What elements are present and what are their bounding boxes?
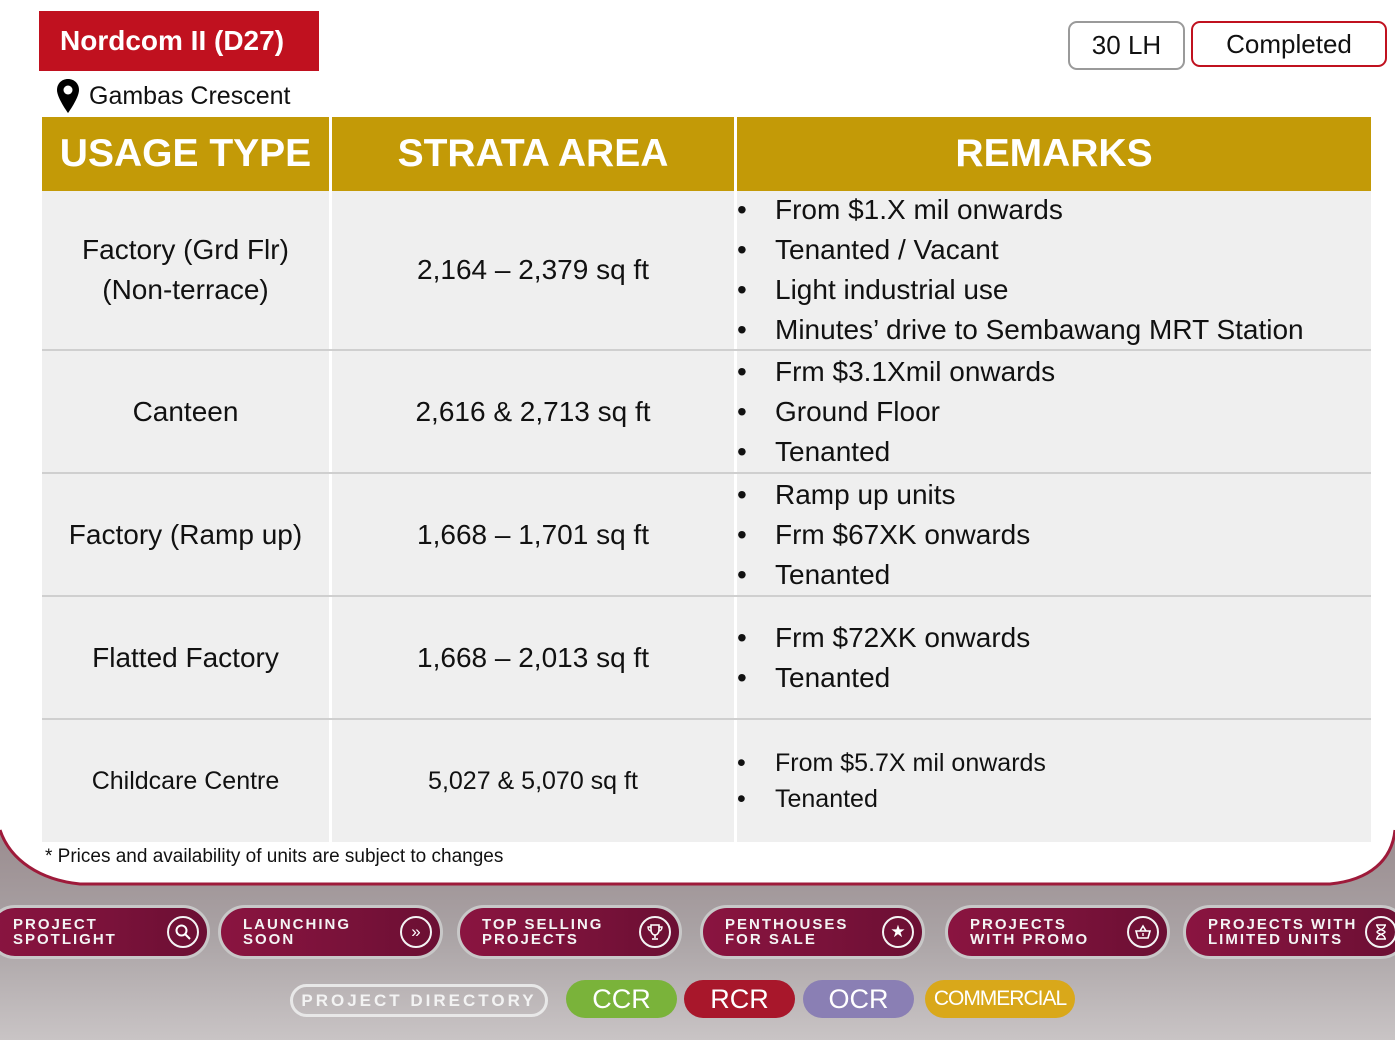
usage-type-cell: Canteen: [42, 351, 332, 472]
remarks-cell: Frm $3.1Xmil onwards Ground Floor Tenant…: [737, 351, 1371, 472]
table-row: Factory (Grd Flr) (Non-terrace) 2,164 – …: [42, 190, 1371, 350]
remark-item: Tenanted: [737, 781, 1046, 817]
ccr-button[interactable]: CCR: [566, 980, 677, 1018]
nav-label-line: WITH PROMO: [970, 931, 1090, 948]
star-icon: ★: [882, 916, 914, 948]
bottom-nav: PROJECT SPOTLIGHT LAUNCHING SOON » TOP S…: [0, 905, 1395, 960]
remark-item: Minutes’ drive to Sembawang MRT Station: [737, 310, 1304, 350]
column-header-remarks: REMARKS: [737, 117, 1371, 191]
nav-label-line: LIMITED UNITS: [1208, 931, 1344, 948]
nav-label-line: PROJECTS: [970, 916, 1067, 933]
remark-item: Tenanted: [737, 432, 1055, 472]
remarks-cell: From $1.X mil onwards Tenanted / Vacant …: [737, 190, 1371, 350]
nav-label: TOP SELLING PROJECTS: [482, 917, 603, 947]
column-header-usage-type: USAGE TYPE: [42, 117, 332, 191]
project-spotlight-button[interactable]: PROJECT SPOTLIGHT: [0, 905, 210, 959]
nav-label-line: PROJECTS WITH: [1208, 916, 1358, 933]
nav-label: PROJECTS WITH PROMO: [970, 917, 1089, 947]
nav-label: PENTHOUSES FOR SALE: [725, 917, 848, 947]
strata-area-cell: 1,668 – 1,701 sq ft: [332, 474, 737, 595]
search-icon: [167, 916, 199, 948]
rcr-button[interactable]: RCR: [684, 980, 795, 1018]
projects-with-limited-units-button[interactable]: PROJECTS WITH LIMITED UNITS: [1183, 905, 1395, 959]
table-header-row: USAGE TYPE STRATA AREA REMARKS: [42, 117, 1371, 191]
ocr-button[interactable]: OCR: [803, 980, 914, 1018]
remarks-cell: Frm $72XK onwards Tenanted: [737, 597, 1371, 718]
nav-label-line: SOON: [243, 931, 296, 948]
nav-label: LAUNCHING SOON: [243, 917, 351, 947]
tenure-badge: 30 LH: [1068, 21, 1185, 70]
usage-type-cell: Factory (Ramp up): [42, 474, 332, 595]
remark-item: From $1.X mil onwards: [737, 190, 1304, 230]
location: Gambas Crescent: [56, 78, 290, 114]
remarks-cell: Ramp up units Frm $67XK onwards Tenanted: [737, 474, 1371, 595]
trophy-icon: [639, 916, 671, 948]
usage-type-cell: Flatted Factory: [42, 597, 332, 718]
remarks-cell: From $5.7X mil onwards Tenanted: [737, 720, 1371, 842]
remark-item: Tenanted: [737, 555, 1030, 595]
usage-type-cell: Factory (Grd Flr) (Non-terrace): [42, 191, 332, 349]
remark-item: Light industrial use: [737, 270, 1304, 310]
location-text: Gambas Crescent: [89, 81, 291, 110]
remark-item: Ramp up units: [737, 475, 1030, 515]
nav-label-line: PROJECT: [13, 916, 98, 933]
table-row: Childcare Centre 5,027 & 5,070 sq ft Fro…: [42, 718, 1371, 842]
projects-with-promo-button[interactable]: PROJECTS WITH PROMO: [945, 905, 1170, 959]
remark-item: Tenanted / Vacant: [737, 230, 1304, 270]
project-directory-button[interactable]: PROJECT DIRECTORY: [290, 984, 548, 1017]
strata-area-cell: 5,027 & 5,070 sq ft: [332, 720, 737, 842]
nav-label-line: FOR SALE: [725, 931, 817, 948]
penthouses-for-sale-button[interactable]: PENTHOUSES FOR SALE ★: [700, 905, 925, 959]
top-selling-projects-button[interactable]: TOP SELLING PROJECTS: [457, 905, 682, 959]
remark-item: Ground Floor: [737, 392, 1055, 432]
strata-area-cell: 2,164 – 2,379 sq ft: [332, 191, 737, 349]
launching-soon-button[interactable]: LAUNCHING SOON »: [218, 905, 443, 959]
nav-label-line: TOP SELLING: [482, 916, 604, 933]
project-title: Nordcom II (D27): [39, 11, 319, 71]
nav-label-line: PENTHOUSES: [725, 916, 849, 933]
status-badge: Completed: [1191, 21, 1387, 67]
column-header-strata-area: STRATA AREA: [332, 117, 737, 191]
pricing-table: USAGE TYPE STRATA AREA REMARKS Factory (…: [42, 117, 1371, 842]
commercial-button[interactable]: COMMERCIAL: [925, 980, 1075, 1018]
remark-item: Frm $67XK onwards: [737, 515, 1030, 555]
table-row: Canteen 2,616 & 2,713 sq ft Frm $3.1Xmil…: [42, 349, 1371, 472]
footnote: * Prices and availability of units are s…: [45, 846, 504, 867]
remark-item: From $5.7X mil onwards: [737, 745, 1046, 781]
double-chevron-right-icon: »: [400, 916, 432, 948]
usage-type-cell: Childcare Centre: [42, 720, 332, 842]
remark-item: Frm $3.1Xmil onwards: [737, 352, 1055, 392]
table-row: Factory (Ramp up) 1,668 – 1,701 sq ft Ra…: [42, 472, 1371, 595]
nav-label: PROJECT SPOTLIGHT: [13, 917, 117, 947]
strata-area-cell: 1,668 – 2,013 sq ft: [332, 597, 737, 718]
nav-label-line: LAUNCHING: [243, 916, 351, 933]
hourglass-icon: [1365, 916, 1395, 948]
remark-item: Frm $72XK onwards: [737, 618, 1030, 658]
usage-type-text: (Non-terrace): [102, 274, 269, 305]
nav-label-line: PROJECTS: [482, 931, 579, 948]
nav-label: PROJECTS WITH LIMITED UNITS: [1208, 917, 1357, 947]
map-pin-icon: [57, 79, 79, 113]
nav-label-line: SPOTLIGHT: [13, 931, 117, 948]
usage-type-text: Factory (Grd Flr): [82, 234, 289, 265]
shopping-basket-icon: [1127, 916, 1159, 948]
strata-area-cell: 2,616 & 2,713 sq ft: [332, 351, 737, 472]
table-row: Flatted Factory 1,668 – 2,013 sq ft Frm …: [42, 595, 1371, 718]
remark-item: Tenanted: [737, 658, 1030, 698]
